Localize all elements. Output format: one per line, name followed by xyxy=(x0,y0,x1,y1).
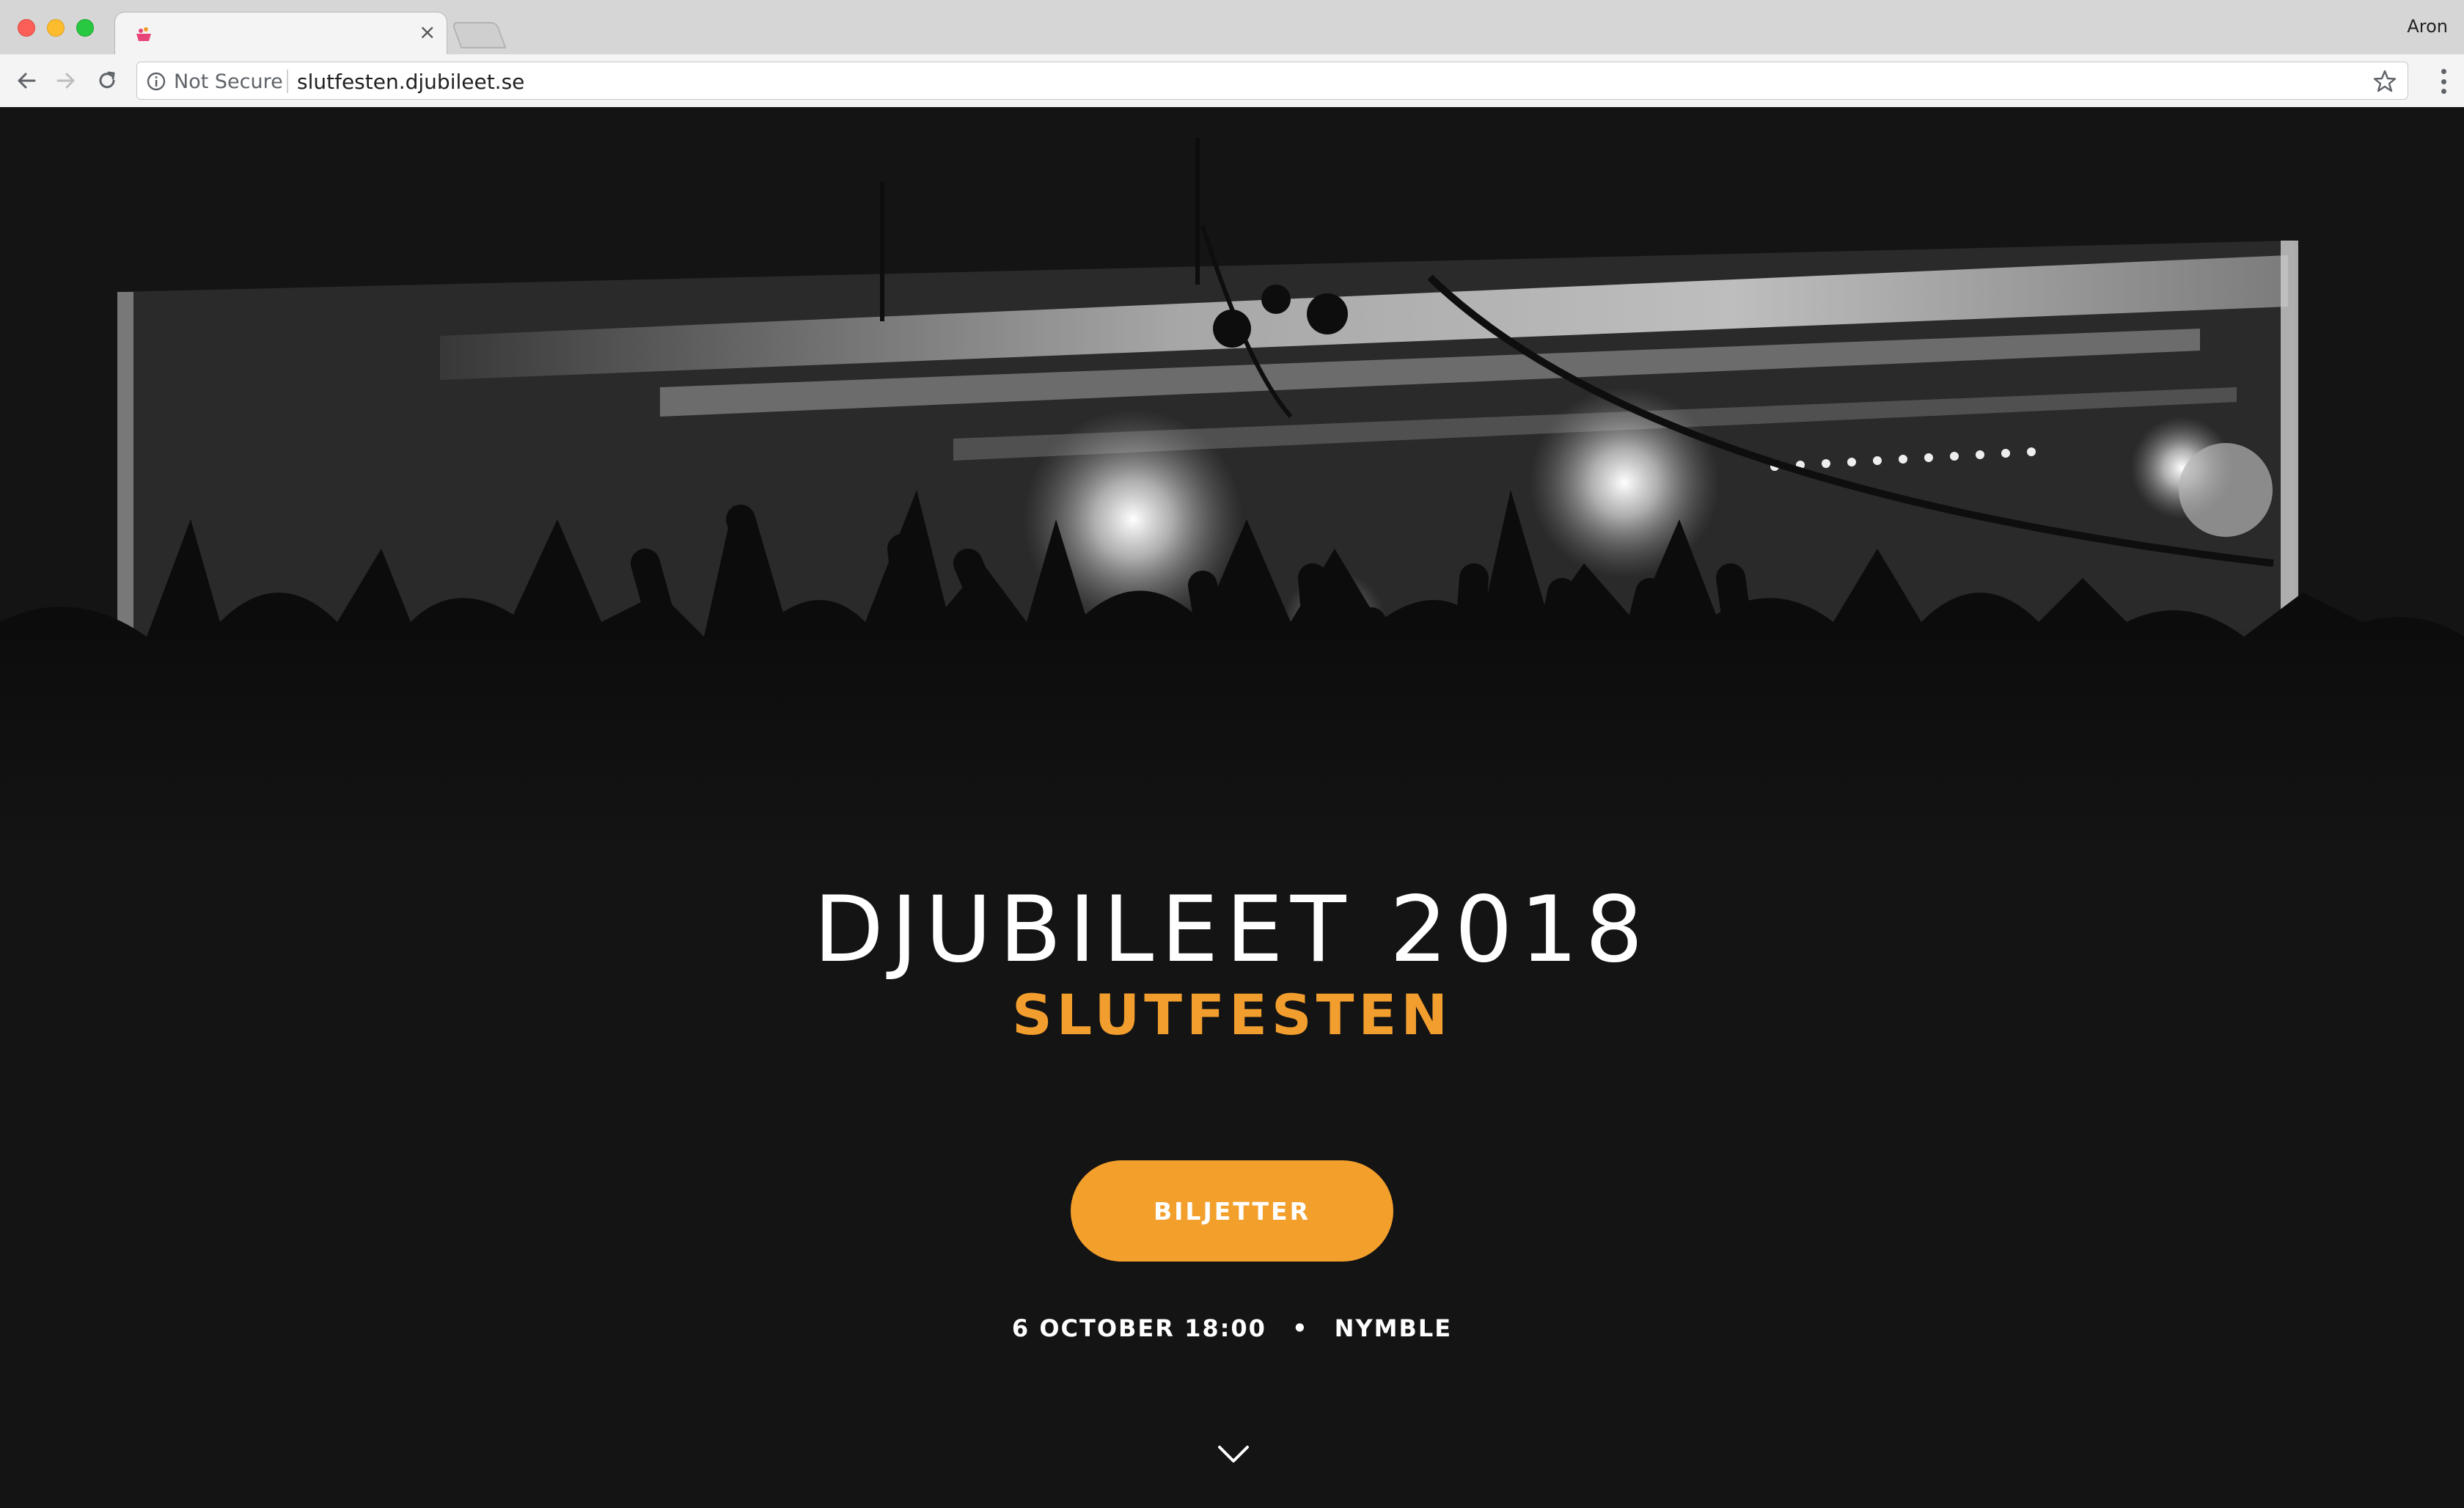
security-label[interactable]: Not Secure xyxy=(174,70,283,93)
info-icon[interactable] xyxy=(146,71,166,92)
back-arrow-icon xyxy=(18,73,36,89)
window-close-button[interactable] xyxy=(18,19,35,37)
new-tab-button[interactable] xyxy=(451,22,507,48)
forward-arrow-icon xyxy=(56,73,75,89)
event-title: DJUBILEET 2018 xyxy=(813,877,1651,983)
address-bar[interactable]: Not Secure slutfesten.djubileet.se xyxy=(136,62,2408,100)
event-venue: NYMBLE xyxy=(1334,1314,1453,1342)
tickets-button[interactable]: BILJETTER xyxy=(1071,1160,1393,1262)
tab-strip: djubileet 2018 – slutfesten | djubileet … xyxy=(0,0,2464,84)
event-subtitle: SLUTFESTEN xyxy=(1012,982,1452,1047)
window-minimize-button[interactable] xyxy=(47,19,65,37)
window-maximize-button[interactable] xyxy=(76,19,94,37)
event-date-time: 6 OCTOBER 18:00 xyxy=(1011,1314,1266,1342)
forward-button[interactable] xyxy=(50,65,82,97)
tab-close-icon[interactable]: × xyxy=(419,20,436,45)
event-details: 6 OCTOBER 18:00 • NYMBLE xyxy=(0,1314,2464,1342)
back-button[interactable] xyxy=(10,65,43,97)
reload-button[interactable] xyxy=(91,65,123,97)
more-vert-icon[interactable] xyxy=(2439,69,2448,94)
star-icon[interactable] xyxy=(2372,69,2397,94)
hero-heading: DJUBILEET 2018 SLUTFESTEN xyxy=(0,879,2464,1052)
browser-toolbar: Not Secure slutfesten.djubileet.se xyxy=(0,54,2464,107)
address-separator xyxy=(287,70,288,93)
concert-crowd-photo xyxy=(0,109,2464,857)
url-text[interactable]: slutfesten.djubileet.se xyxy=(297,70,524,94)
site-favicon-icon xyxy=(136,27,151,41)
hero-section: DJUBILEET 2018 SLUTFESTEN BILJETTER 6 OC… xyxy=(0,109,2464,1508)
reload-icon xyxy=(99,71,115,89)
browser-tab-active[interactable]: djubileet 2018 – slutfesten | djubileet … xyxy=(114,12,447,84)
details-separator: • xyxy=(1292,1314,1309,1342)
profile-name[interactable]: Aron xyxy=(2407,16,2448,37)
browser-chrome: djubileet 2018 – slutfesten | djubileet … xyxy=(0,0,2464,107)
chevron-down-icon[interactable] xyxy=(1217,1445,1250,1464)
